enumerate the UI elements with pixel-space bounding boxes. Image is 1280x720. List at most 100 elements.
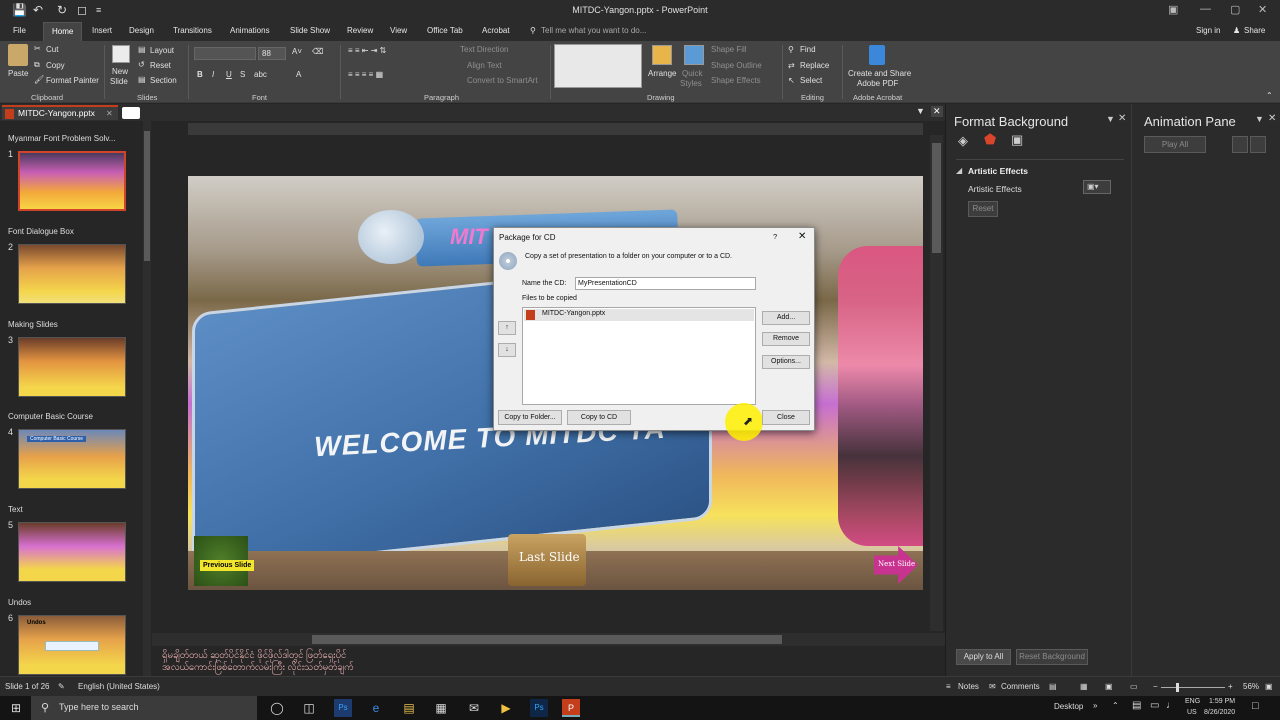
photoshop-elements-icon[interactable]: Ps bbox=[334, 699, 352, 717]
horizontal-scrollbar[interactable] bbox=[152, 633, 945, 646]
cut-button[interactable]: Cut bbox=[46, 45, 58, 54]
replace-icon[interactable]: ⇄ bbox=[788, 61, 795, 70]
cut-icon[interactable]: ✂ bbox=[34, 44, 41, 53]
tab-animations[interactable]: Animations bbox=[230, 26, 270, 35]
move-later-button[interactable] bbox=[1250, 136, 1266, 153]
select-button[interactable]: Select bbox=[800, 76, 822, 85]
copy-to-folder-button[interactable]: Copy to Folder... bbox=[498, 410, 562, 425]
add-button[interactable]: Add... bbox=[762, 311, 810, 325]
section-header[interactable]: Making Slides bbox=[8, 320, 58, 329]
tab-acrobat[interactable]: Acrobat bbox=[482, 26, 510, 35]
comments-icon[interactable]: ✉ bbox=[989, 682, 996, 691]
cortana-icon[interactable]: ◯ bbox=[268, 699, 286, 717]
adobe-pdf-icon[interactable] bbox=[869, 45, 885, 65]
reset-icon[interactable]: ↺ bbox=[138, 60, 145, 69]
close-animation-pane-icon[interactable]: ✕ bbox=[1268, 113, 1276, 124]
clock-time[interactable]: 1:59 PM bbox=[1209, 698, 1235, 705]
paste-button[interactable]: Paste bbox=[8, 69, 28, 78]
shape-fill-button[interactable]: Shape Fill bbox=[711, 45, 747, 54]
photoshop-icon[interactable]: Ps bbox=[530, 699, 548, 717]
tab-design[interactable]: Design bbox=[129, 26, 154, 35]
tab-file[interactable]: File bbox=[13, 26, 26, 35]
move-earlier-button[interactable] bbox=[1232, 136, 1248, 153]
remove-button[interactable]: Remove bbox=[762, 332, 810, 346]
windows-start-icon[interactable]: ⊞ bbox=[7, 699, 25, 717]
close-tab-bar-icon[interactable]: ✕ bbox=[931, 106, 943, 117]
shadow-icon[interactable]: S bbox=[240, 70, 245, 79]
anim-pane-options-icon[interactable]: ▼ bbox=[1255, 114, 1264, 124]
tab-transitions[interactable]: Transitions bbox=[173, 26, 212, 35]
italic-icon[interactable]: I bbox=[212, 70, 214, 79]
clear-format-icon[interactable]: ⌫ bbox=[312, 47, 323, 56]
vertical-scrollbar[interactable] bbox=[930, 135, 943, 631]
close-window-icon[interactable]: ✕ bbox=[1258, 3, 1267, 16]
document-tab[interactable]: MITDC-Yangon.pptx ✕ bbox=[2, 105, 118, 120]
apply-to-all-button[interactable]: Apply to All bbox=[956, 649, 1011, 665]
task-view-icon[interactable]: ◫ bbox=[300, 699, 318, 717]
new-slide-button-2[interactable]: Slide bbox=[110, 77, 128, 86]
notification-center-icon[interactable]: □ bbox=[1252, 700, 1259, 712]
share-button[interactable]: Share bbox=[1244, 26, 1265, 35]
align-icons[interactable]: ≡ ≡ ≡ ≡ ▦ bbox=[348, 70, 383, 79]
dialog-close-icon[interactable]: ✕ bbox=[798, 231, 806, 242]
language-eng[interactable]: ENG bbox=[1185, 698, 1200, 705]
find-button[interactable]: Find bbox=[800, 45, 816, 54]
align-text-button[interactable]: Align Text bbox=[467, 61, 502, 70]
minimize-icon[interactable]: — bbox=[1200, 3, 1211, 15]
move-up-button[interactable]: ↑ bbox=[498, 321, 516, 335]
shape-effects-button[interactable]: Shape Effects bbox=[711, 76, 761, 85]
zoom-out-icon[interactable]: − bbox=[1153, 682, 1158, 691]
tab-home[interactable]: Home bbox=[43, 22, 83, 41]
maximize-icon[interactable]: ▢ bbox=[1230, 3, 1240, 16]
paste-icon[interactable] bbox=[8, 44, 28, 66]
new-tab-button[interactable] bbox=[122, 107, 140, 119]
arrange-button[interactable]: Arrange bbox=[648, 69, 676, 78]
font-name-box[interactable] bbox=[194, 47, 256, 60]
media-app-icon[interactable]: ▶ bbox=[497, 699, 515, 717]
tell-me-box[interactable]: Tell me what you want to do... bbox=[541, 26, 646, 35]
reset-button[interactable]: Reset bbox=[150, 61, 171, 70]
clock-date[interactable]: 8/26/2020 bbox=[1204, 709, 1235, 716]
strikethrough-icon[interactable]: abc bbox=[254, 70, 267, 79]
quick-styles-button-2[interactable]: Styles bbox=[680, 79, 702, 88]
normal-view-icon[interactable]: ▤ bbox=[1049, 682, 1057, 691]
fit-slide-icon[interactable]: ▣ bbox=[1265, 682, 1273, 691]
volume-icon[interactable]: ♩ bbox=[1166, 700, 1176, 711]
picture-icon[interactable]: ▣ bbox=[1011, 132, 1023, 148]
play-all-button[interactable]: Play All bbox=[1144, 136, 1206, 153]
sign-in-link[interactable]: Sign in bbox=[1196, 26, 1220, 35]
slide-thumbnail-3[interactable] bbox=[18, 337, 126, 397]
store-icon[interactable]: ▦ bbox=[432, 699, 450, 717]
zoom-in-icon[interactable]: + bbox=[1228, 682, 1233, 691]
slide-sorter-icon[interactable]: ▦ bbox=[1080, 682, 1088, 691]
desktop-toolbar[interactable]: Desktop bbox=[1054, 702, 1083, 711]
tray-expand-icon[interactable]: ⌃ bbox=[1112, 701, 1119, 710]
slideshow-view-icon[interactable]: ▭ bbox=[1130, 682, 1138, 691]
mail-icon[interactable]: ✉ bbox=[465, 699, 483, 717]
vertical-scroll-thumb[interactable] bbox=[932, 143, 941, 253]
options-button[interactable]: Options... bbox=[762, 355, 810, 369]
collapse-section-icon[interactable]: ◢ bbox=[956, 166, 962, 175]
section-header[interactable]: Font Dialogue Box bbox=[8, 227, 74, 236]
underline-icon[interactable]: U bbox=[226, 70, 232, 79]
effects-icon[interactable]: ⬟ bbox=[984, 131, 996, 148]
find-icon[interactable]: ⚲ bbox=[788, 45, 794, 54]
tab-slide-show[interactable]: Slide Show bbox=[290, 26, 330, 35]
horizontal-scroll-thumb[interactable] bbox=[312, 635, 782, 644]
layout-icon[interactable]: ▤ bbox=[138, 45, 146, 54]
quick-styles-icon[interactable] bbox=[684, 45, 704, 65]
reading-view-icon[interactable]: ▣ bbox=[1105, 682, 1113, 691]
copy-to-cd-button[interactable]: Copy to CD bbox=[567, 410, 631, 425]
copy-icon[interactable]: ⧉ bbox=[34, 60, 40, 70]
ribbon-options-icon[interactable]: ▣ bbox=[1168, 3, 1178, 16]
slide-thumbnail-4[interactable]: Computer Basic Course bbox=[18, 429, 126, 489]
slide-thumbnail-6[interactable]: Undos bbox=[18, 615, 126, 675]
thumbnail-scroll-thumb[interactable] bbox=[144, 131, 150, 261]
taskbar-search-box[interactable]: ⚲ Type here to search bbox=[31, 696, 257, 720]
tab-review[interactable]: Review bbox=[347, 26, 373, 35]
text-direction-button[interactable]: Text Direction bbox=[460, 45, 508, 54]
bullets-icon[interactable]: ≡ ≡ ⇤ ⇥ ⇅ bbox=[348, 46, 386, 55]
notes-icon[interactable]: ≡ bbox=[946, 682, 951, 691]
share-icon[interactable]: ♟ bbox=[1233, 26, 1240, 35]
bold-icon[interactable]: B bbox=[197, 70, 203, 79]
